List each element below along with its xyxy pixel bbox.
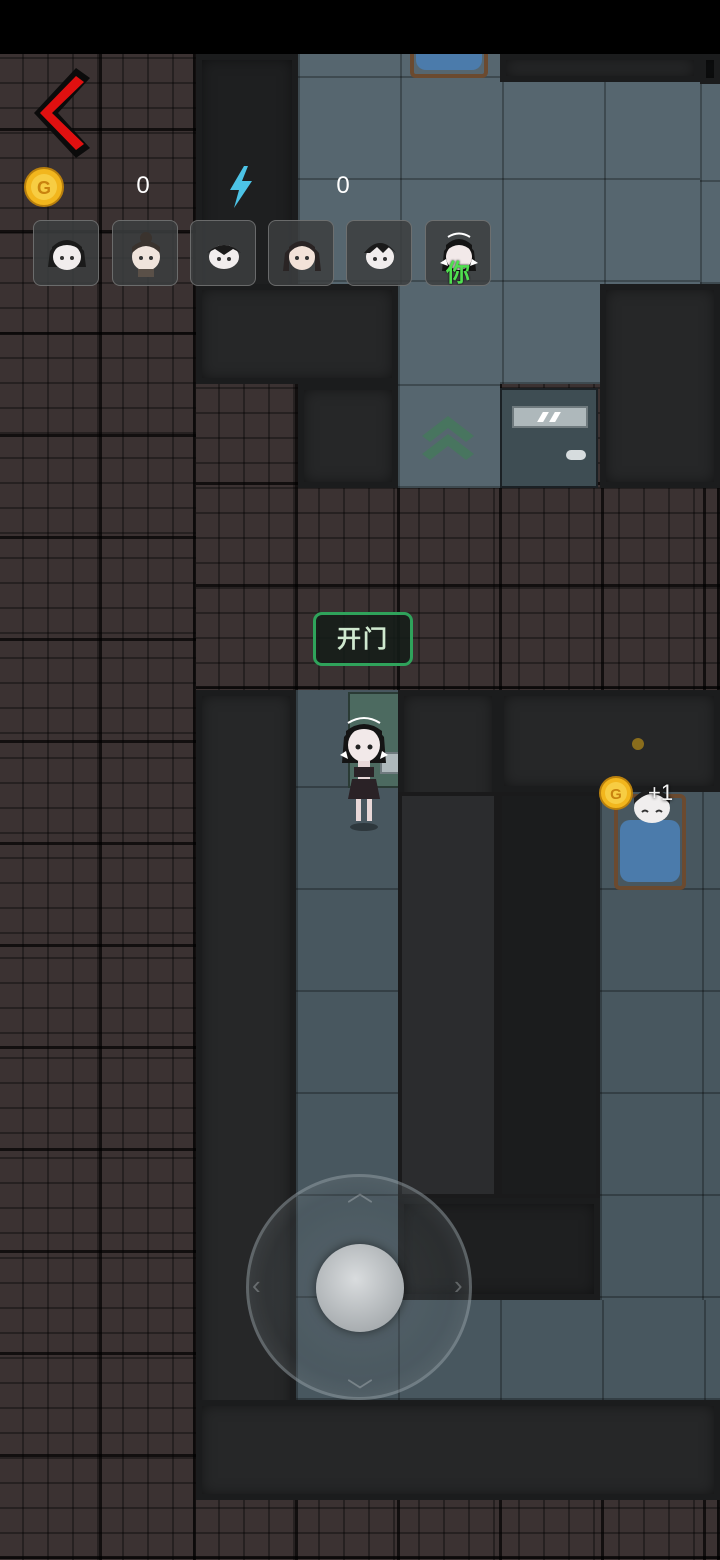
wall bbox=[196, 284, 398, 384]
player-face-icon bbox=[364, 243, 396, 269]
brick-floor-bottom bbox=[196, 1500, 720, 1560]
wall bbox=[398, 792, 498, 1198]
coin-letter: G bbox=[37, 178, 51, 198]
player-face-icon bbox=[207, 245, 241, 269]
joystick-up-arrow-icon: ︿ bbox=[347, 1177, 374, 1207]
lightning-icon bbox=[230, 166, 252, 208]
player-avatar-2[interactable] bbox=[112, 220, 178, 286]
coin-reward-label: +1 bbox=[648, 780, 674, 805]
joystick-down-arrow-icon: ﹀ bbox=[347, 1377, 374, 1407]
wall bbox=[498, 792, 600, 1198]
player-avatar-1[interactable] bbox=[33, 220, 99, 286]
coin-letter: G bbox=[610, 786, 622, 803]
player-face-icon bbox=[132, 232, 160, 277]
status-bar bbox=[0, 0, 720, 54]
room-door[interactable] bbox=[500, 388, 598, 488]
room-floor-upper bbox=[700, 84, 720, 284]
wall bbox=[196, 1400, 720, 1500]
joystick-right-arrow-icon: › bbox=[454, 1270, 463, 1300]
energy-count: 0 bbox=[336, 172, 350, 199]
player-character-icon bbox=[340, 717, 388, 831]
wall bbox=[700, 54, 720, 84]
player-avatar-4[interactable] bbox=[268, 220, 334, 286]
coin-icon bbox=[632, 738, 644, 750]
you-tag: 你 bbox=[446, 259, 470, 287]
back-button[interactable] bbox=[26, 64, 96, 162]
player-avatar-3[interactable] bbox=[190, 220, 256, 286]
wall bbox=[600, 284, 720, 488]
open-door-button[interactable]: 开门 bbox=[313, 612, 413, 666]
player-avatar-5[interactable] bbox=[346, 220, 412, 286]
wall bbox=[196, 690, 296, 1500]
coin-icon: G bbox=[24, 167, 64, 207]
coin-icon: G bbox=[599, 776, 633, 810]
bed bbox=[410, 54, 488, 78]
player-avatar-6-you[interactable]: 你 bbox=[425, 220, 491, 287]
player-face-icon bbox=[283, 241, 321, 271]
wall bbox=[500, 54, 700, 82]
wall bbox=[298, 384, 398, 488]
exit-arrow-icon bbox=[422, 416, 474, 460]
coin-count: 0 bbox=[136, 172, 150, 199]
joystick-left-arrow-icon: ‹ bbox=[252, 1270, 261, 1300]
joystick-knob[interactable] bbox=[316, 1244, 404, 1332]
player-face-icon bbox=[48, 240, 86, 270]
